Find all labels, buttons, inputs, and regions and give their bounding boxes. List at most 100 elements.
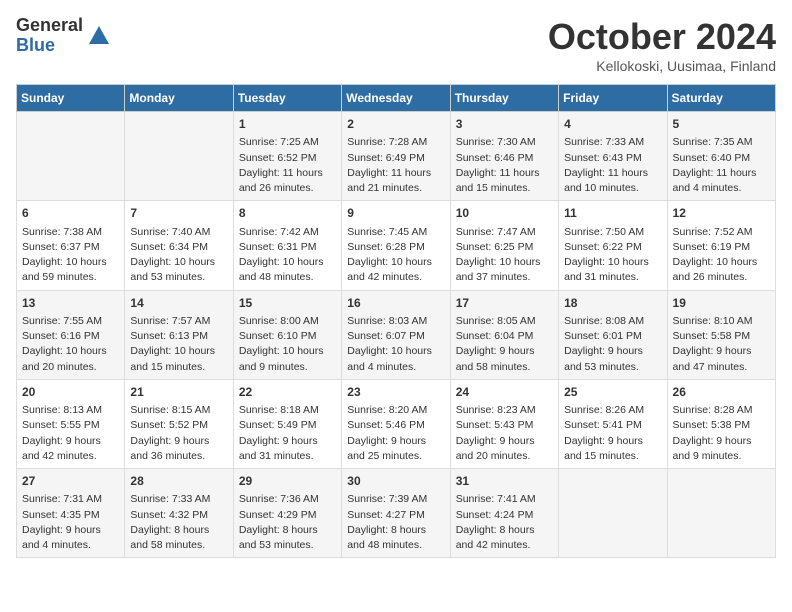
daylight-text: and 25 minutes. [347,450,422,462]
calendar-table: SundayMondayTuesdayWednesdayThursdayFrid… [16,84,776,558]
sunset-text: Sunset: 4:32 PM [130,509,208,521]
daylight-text: and 15 minutes. [130,361,205,373]
calendar-header-row: SundayMondayTuesdayWednesdayThursdayFrid… [17,85,776,112]
logo: General Blue [16,16,111,56]
daylight-text: Daylight: 11 hours [564,167,648,179]
day-number: 12 [673,205,770,222]
sunrise-text: Sunrise: 8:15 AM [130,404,210,416]
calendar-cell: 7Sunrise: 7:40 AMSunset: 6:34 PMDaylight… [125,201,233,290]
calendar-cell: 6Sunrise: 7:38 AMSunset: 6:37 PMDaylight… [17,201,125,290]
sunrise-text: Sunrise: 7:33 AM [564,136,644,148]
sunrise-text: Sunrise: 7:35 AM [673,136,753,148]
day-number: 3 [456,116,553,133]
sunrise-text: Sunrise: 7:47 AM [456,226,536,238]
daylight-text: and 26 minutes. [239,182,314,194]
calendar-cell: 3Sunrise: 7:30 AMSunset: 6:46 PMDaylight… [450,112,558,201]
sunset-text: Sunset: 5:58 PM [673,330,751,342]
calendar-cell: 23Sunrise: 8:20 AMSunset: 5:46 PMDayligh… [342,379,450,468]
day-number: 23 [347,384,444,401]
day-number: 15 [239,295,336,312]
calendar-cell: 27Sunrise: 7:31 AMSunset: 4:35 PMDayligh… [17,469,125,558]
daylight-text: and 4 minutes. [347,361,416,373]
daylight-text: Daylight: 8 hours [239,524,318,536]
sunset-text: Sunset: 6:40 PM [673,152,751,164]
daylight-text: Daylight: 9 hours [22,524,101,536]
daylight-text: and 42 minutes. [456,539,531,551]
calendar-cell: 12Sunrise: 7:52 AMSunset: 6:19 PMDayligh… [667,201,775,290]
calendar-cell: 18Sunrise: 8:08 AMSunset: 6:01 PMDayligh… [559,290,667,379]
location-subtitle: Kellokoski, Uusimaa, Finland [548,58,776,74]
day-number: 11 [564,205,661,222]
daylight-text: and 31 minutes. [239,450,314,462]
daylight-text: and 21 minutes. [347,182,422,194]
sunset-text: Sunset: 4:27 PM [347,509,425,521]
daylight-text: and 15 minutes. [564,450,639,462]
daylight-text: and 9 minutes. [673,450,742,462]
daylight-text: Daylight: 10 hours [130,345,215,357]
day-number: 7 [130,205,227,222]
calendar-cell [559,469,667,558]
day-number: 26 [673,384,770,401]
calendar-cell: 9Sunrise: 7:45 AMSunset: 6:28 PMDaylight… [342,201,450,290]
daylight-text: Daylight: 10 hours [456,256,541,268]
day-number: 21 [130,384,227,401]
daylight-text: Daylight: 9 hours [456,435,535,447]
day-number: 8 [239,205,336,222]
daylight-text: and 53 minutes. [239,539,314,551]
calendar-cell: 19Sunrise: 8:10 AMSunset: 5:58 PMDayligh… [667,290,775,379]
sunset-text: Sunset: 6:28 PM [347,241,425,253]
calendar-week-row: 20Sunrise: 8:13 AMSunset: 5:55 PMDayligh… [17,379,776,468]
sunrise-text: Sunrise: 8:03 AM [347,315,427,327]
calendar-cell [125,112,233,201]
sunrise-text: Sunrise: 7:31 AM [22,493,102,505]
sunrise-text: Sunrise: 7:45 AM [347,226,427,238]
daylight-text: Daylight: 8 hours [347,524,426,536]
day-number: 24 [456,384,553,401]
daylight-text: Daylight: 10 hours [347,256,432,268]
calendar-cell: 28Sunrise: 7:33 AMSunset: 4:32 PMDayligh… [125,469,233,558]
column-header-monday: Monday [125,85,233,112]
sunset-text: Sunset: 4:24 PM [456,509,534,521]
daylight-text: Daylight: 11 hours [456,167,540,179]
daylight-text: Daylight: 10 hours [130,256,215,268]
sunrise-text: Sunrise: 8:18 AM [239,404,319,416]
sunset-text: Sunset: 6:04 PM [456,330,534,342]
daylight-text: and 20 minutes. [456,450,531,462]
day-number: 6 [22,205,119,222]
page-header: General Blue October 2024 Kellokoski, Uu… [16,16,776,74]
daylight-text: Daylight: 10 hours [673,256,758,268]
calendar-cell: 11Sunrise: 7:50 AMSunset: 6:22 PMDayligh… [559,201,667,290]
sunset-text: Sunset: 6:52 PM [239,152,317,164]
sunrise-text: Sunrise: 8:05 AM [456,315,536,327]
day-number: 16 [347,295,444,312]
calendar-week-row: 6Sunrise: 7:38 AMSunset: 6:37 PMDaylight… [17,201,776,290]
calendar-cell: 22Sunrise: 8:18 AMSunset: 5:49 PMDayligh… [233,379,341,468]
daylight-text: and 58 minutes. [130,539,205,551]
daylight-text: and 4 minutes. [673,182,742,194]
daylight-text: Daylight: 10 hours [22,345,107,357]
daylight-text: and 20 minutes. [22,361,97,373]
daylight-text: Daylight: 11 hours [347,167,431,179]
logo-icon [87,24,111,48]
sunrise-text: Sunrise: 7:28 AM [347,136,427,148]
day-number: 20 [22,384,119,401]
logo-blue: Blue [16,36,83,56]
daylight-text: Daylight: 9 hours [22,435,101,447]
sunset-text: Sunset: 4:29 PM [239,509,317,521]
calendar-week-row: 1Sunrise: 7:25 AMSunset: 6:52 PMDaylight… [17,112,776,201]
sunrise-text: Sunrise: 7:25 AM [239,136,319,148]
sunset-text: Sunset: 5:43 PM [456,419,534,431]
daylight-text: Daylight: 10 hours [347,345,432,357]
sunset-text: Sunset: 6:43 PM [564,152,642,164]
day-number: 29 [239,473,336,490]
sunset-text: Sunset: 6:07 PM [347,330,425,342]
sunset-text: Sunset: 6:13 PM [130,330,208,342]
sunrise-text: Sunrise: 7:39 AM [347,493,427,505]
daylight-text: and 48 minutes. [239,271,314,283]
logo-general: General [16,16,83,36]
day-number: 27 [22,473,119,490]
sunrise-text: Sunrise: 7:42 AM [239,226,319,238]
daylight-text: and 37 minutes. [456,271,531,283]
sunrise-text: Sunrise: 8:08 AM [564,315,644,327]
sunset-text: Sunset: 6:25 PM [456,241,534,253]
